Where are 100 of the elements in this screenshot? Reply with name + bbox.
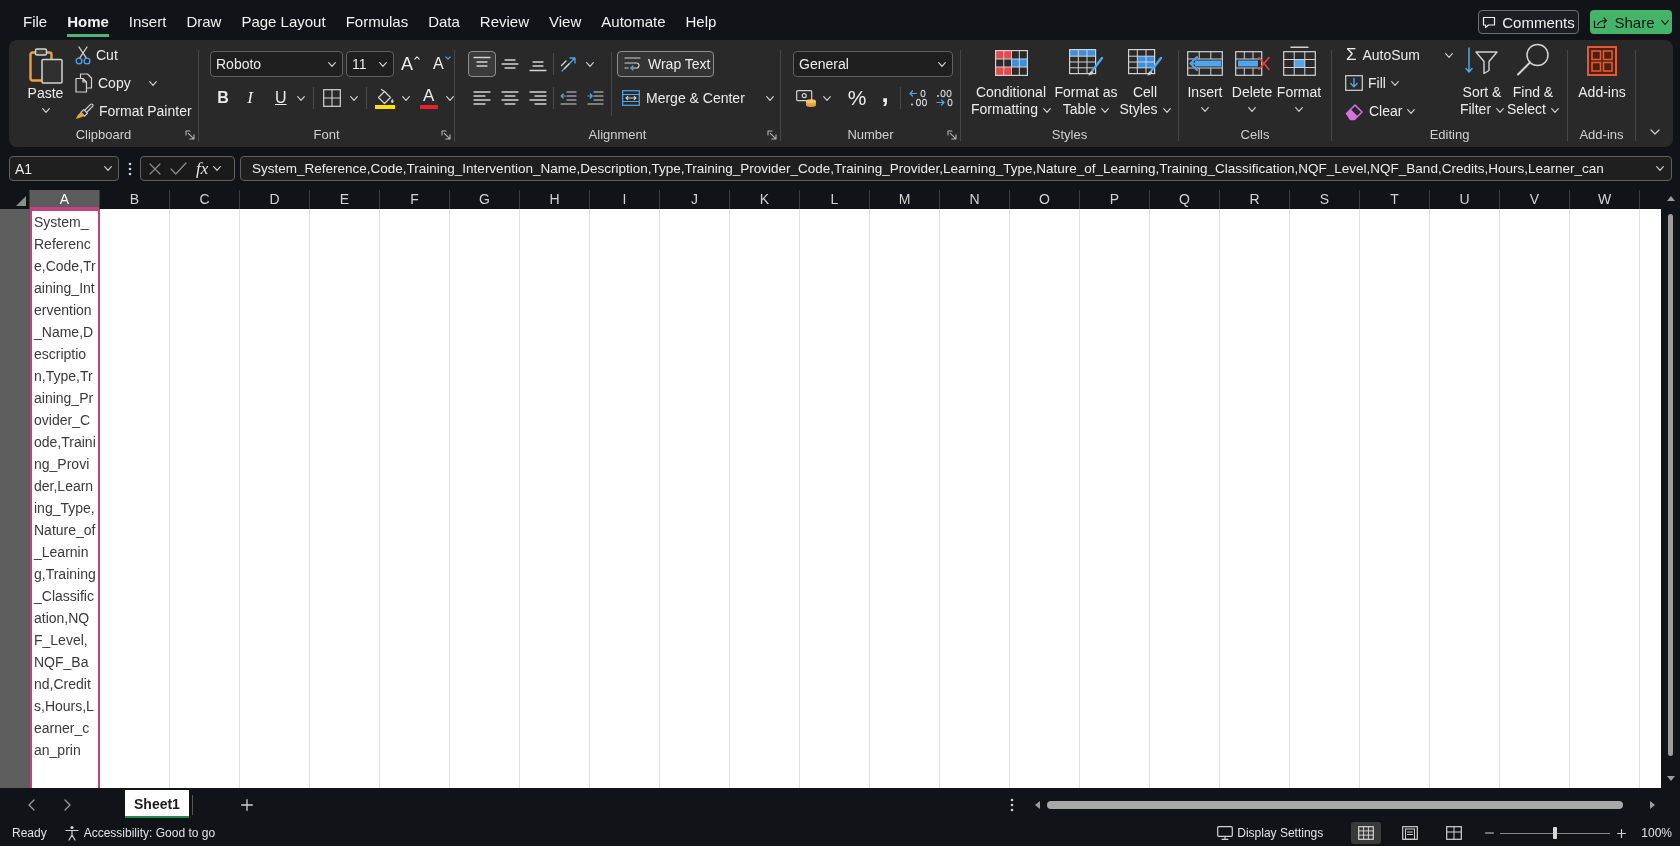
insert-button[interactable]: Insert [1182,42,1228,124]
chevron-down-icon [1101,107,1110,113]
scrollbar-thumb[interactable] [1668,214,1673,756]
sheet-tab[interactable]: Sheet1 [125,790,189,818]
align-top-button[interactable] [468,51,496,77]
menu-tab[interactable]: Home [67,0,109,37]
chevron-down-icon [1660,19,1669,25]
column-header[interactable]: A [30,190,100,209]
paste-button[interactable]: Paste [20,42,71,124]
group-label: Add-ins [1579,127,1624,142]
chevron-down-icon [328,61,336,67]
group-label: Clipboard [75,127,132,142]
shrink-font-button[interactable]: A [431,54,453,74]
enter-button[interactable] [170,162,187,175]
comments-button[interactable]: Comments [1478,10,1579,34]
fill-button[interactable]: Fill [1341,71,1457,95]
formula-input[interactable]: System_Reference,Code,Training_Intervention_Name,Description,Type,Training_Provider_Code,Training_Provider,Learning_Type,Nature_of_Learning,Training_Classification,NQF_Level,NQF_Band,Credits,Hours,Learner_can [240,156,1672,181]
normal-view-button[interactable] [1351,822,1382,844]
money-coins-icon [796,89,817,107]
menu-tab[interactable]: Data [428,0,460,37]
menu-tab[interactable]: Draw [186,0,222,37]
cell-styles-button[interactable]: Cell Styles [1120,42,1170,124]
bold-button[interactable]: B [210,85,236,111]
paintbrush-icon [75,102,94,120]
checkmark-icon [170,162,187,175]
clear-button[interactable]: Clear [1341,99,1457,123]
cut-button[interactable]: Cut [71,43,196,67]
zoom-percentage[interactable]: 100% [1641,826,1672,840]
chevron-down-icon [296,95,305,101]
group-label: Cells [1240,127,1270,142]
menu-tab[interactable]: Insert [128,0,167,37]
select-all-icon[interactable] [16,196,26,206]
chevron-down-icon [1042,107,1051,113]
conditional-formatting-button[interactable]: Conditional Formatting [970,42,1052,124]
chevron-right-icon[interactable] [64,799,71,811]
merge-center-button[interactable]: Merge & Center [617,85,774,111]
slider-thumb[interactable] [1553,827,1558,839]
wrap-text-button[interactable]: Wrap Text [617,51,714,77]
chevron-down-icon[interactable] [1649,129,1660,135]
paint-bucket-icon [374,87,395,109]
font-name-field[interactable]: Roboto [210,51,343,77]
sort-filter-button[interactable]: Sort & Filter [1457,42,1507,124]
triangle-up-icon[interactable] [1666,196,1675,201]
dialog-launcher-icon[interactable] [947,129,957,140]
insert-function-button[interactable]: fx [196,158,222,179]
underline-button[interactable]: U [264,85,309,111]
delete-button[interactable]: Delete [1229,42,1275,124]
menu-tab[interactable]: File [23,0,48,37]
spreadsheet-cell[interactable]: System_Reference,Code,Training_Intervention_Name,Description,Type,Training_Provider_Code,Training_Provider,Learning_Type,Nature_of_Learning,Training_Classification,NQF_Level,NQF_Band,Credits,Hours,Learner_can_prin [30,209,100,788]
menu-tab[interactable]: Review [479,0,530,37]
grow-font-button[interactable]: A [399,54,422,74]
number-format-field[interactable]: General [793,51,953,77]
chevron-down-icon [1248,107,1256,112]
find-select-button[interactable]: Find & Select [1507,42,1559,124]
dialog-launcher-icon[interactable] [185,129,195,140]
chevron-down-icon [148,80,157,86]
align-left-icon [473,90,491,106]
triangle-left-icon[interactable] [1035,801,1040,809]
plus-icon[interactable] [240,799,253,811]
display-settings-button[interactable]: Display Settings [1217,826,1324,840]
menu-tab[interactable]: Help [685,0,717,37]
zoom-in-button[interactable] [1615,826,1628,840]
chevron-down-icon [1201,107,1209,112]
format-button[interactable]: Format [1276,42,1322,124]
accessibility-button[interactable]: Accessibility: Good to go [63,825,216,841]
chevron-down-icon [104,166,112,171]
name-box[interactable]: A1 [9,156,119,181]
comma-style-button[interactable]: , [874,85,896,111]
more-icon[interactable] [128,161,132,176]
dialog-launcher-icon[interactable] [441,129,451,140]
dialog-launcher-icon[interactable] [767,129,777,140]
menu-tab[interactable]: Page Layout [241,0,326,37]
format-painter-button[interactable]: Format Painter [71,99,196,123]
scissors-icon [75,45,91,65]
menu-tab[interactable]: Automate [601,0,666,37]
format-as-table-button[interactable]: Format as Table [1054,42,1118,124]
font-size-field[interactable]: 11 [346,51,394,77]
menu-tab[interactable]: View [549,0,582,37]
italic-button[interactable]: I [236,85,264,111]
copy-button[interactable]: Copy [71,71,196,95]
percent-style-button[interactable]: % [844,85,870,111]
triangle-down-icon[interactable] [1666,776,1675,781]
chevron-down-icon [1550,107,1559,113]
decrease-indent-icon [560,91,577,105]
down-arrow-box-icon [1345,75,1363,91]
chevron-left-icon[interactable] [28,799,35,811]
menu-tab[interactable]: Formulas [345,0,409,37]
font-color-button[interactable]: A [412,85,456,111]
triangle-right-icon[interactable] [1650,801,1655,809]
chevron-down-icon [823,95,831,101]
borders-icon [322,89,341,107]
clipboard-icon [28,48,63,84]
scrollbar-thumb[interactable] [1047,801,1623,809]
add-ins-button[interactable]: Add-ins [1576,42,1628,124]
more-icon[interactable] [1010,798,1014,812]
squares-grid-icon [1587,46,1617,76]
autosum-button[interactable]: Σ AutoSum [1341,43,1457,67]
cancel-button[interactable] [149,162,161,175]
share-button[interactable]: Share [1590,10,1672,34]
chevron-down-icon [1162,107,1171,113]
